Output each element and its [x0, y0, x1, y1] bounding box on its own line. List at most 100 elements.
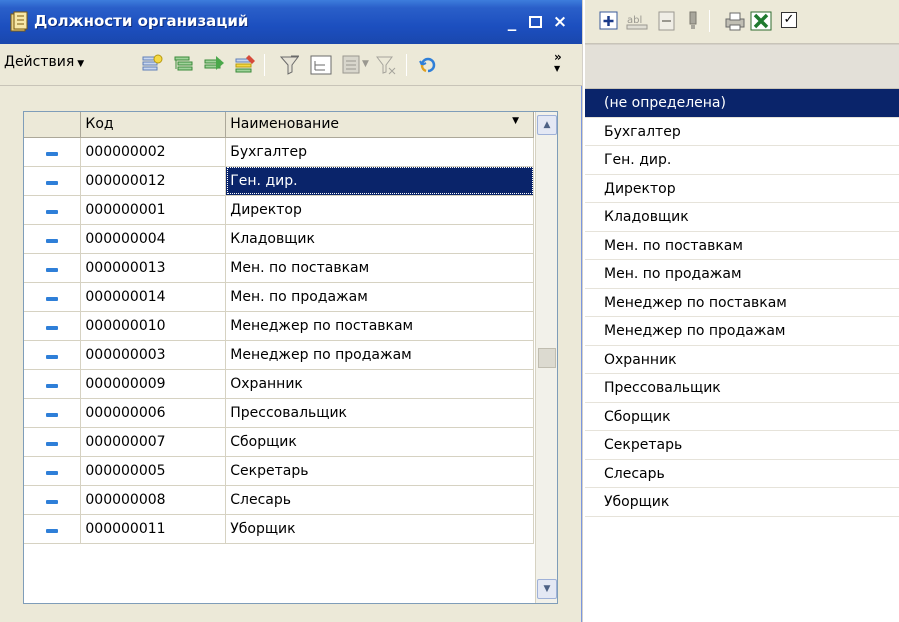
cell-code[interactable]: 000000011 — [80, 514, 227, 544]
cell-name[interactable]: Бухгалтер — [225, 137, 534, 167]
cell-name[interactable]: Директор — [225, 195, 534, 225]
cell-name-text: Директор — [230, 201, 302, 218]
list-item[interactable]: Слесарь — [585, 460, 899, 488]
table-row[interactable]: 000000011 Уборщик — [24, 514, 534, 544]
cell-name-text: Мен. по поставкам — [230, 259, 370, 276]
cell-name[interactable]: Прессовальщик — [225, 398, 534, 428]
table-row[interactable]: 000000004 Кладовщик — [24, 224, 534, 254]
table-row[interactable]: 000000010 Менеджер по поставкам — [24, 311, 534, 341]
cell-code[interactable]: 000000002 — [80, 137, 227, 167]
table-row[interactable]: 000000014 Мен. по продажам — [24, 282, 534, 312]
cell-code[interactable]: 000000003 — [80, 340, 227, 370]
list-item[interactable]: (не определена) — [585, 89, 899, 118]
cell-code[interactable]: 000000006 — [80, 398, 227, 428]
add-group-icon[interactable] — [172, 53, 196, 77]
header-code[interactable]: Код — [80, 112, 227, 138]
table-row[interactable]: 000000013 Мен. по поставкам — [24, 253, 534, 283]
vertical-scrollbar[interactable]: ▲ ▼ — [535, 112, 557, 603]
add-item-icon[interactable] — [140, 53, 164, 77]
header-icon-column[interactable] — [24, 112, 82, 138]
actions-menu-button[interactable]: Действия ▼ — [4, 54, 84, 70]
header-name[interactable]: Наименование ▼ — [225, 112, 534, 138]
row-marker-icon — [24, 253, 82, 283]
refresh-icon[interactable] — [416, 53, 440, 77]
table-row[interactable]: 000000009 Охранник — [24, 369, 534, 399]
cell-name[interactable]: Уборщик — [225, 514, 534, 544]
cell-code[interactable]: 000000012 — [80, 166, 227, 196]
list-item[interactable]: Кладовщик — [585, 203, 899, 232]
print-icon[interactable] — [723, 9, 747, 33]
document-icon[interactable] — [655, 9, 679, 33]
list-item[interactable]: Охранник — [585, 346, 899, 374]
cell-name[interactable]: Сборщик — [225, 427, 534, 457]
table-row[interactable]: 000000003 Менеджер по продажам — [24, 340, 534, 370]
chevron-down-icon: ▼ — [554, 64, 561, 73]
edit-item-icon[interactable] — [233, 53, 257, 77]
side-list: (не определена) Бухгалтер Ген. дир. Директо… — [585, 89, 899, 622]
cell-name[interactable]: Ген. дир. — [225, 166, 534, 196]
list-item[interactable]: Ген. дир. — [585, 146, 899, 175]
row-marker-icon — [24, 166, 82, 196]
list-item[interactable]: Менеджер по продажам — [585, 317, 899, 346]
cell-name[interactable]: Слесарь — [225, 485, 534, 515]
cell-code[interactable]: 000000007 — [80, 427, 227, 457]
cell-name[interactable]: Менеджер по поставкам — [225, 311, 534, 341]
side-toolbar: abl ✓ — [585, 0, 899, 44]
table-row[interactable]: 000000005 Секретарь — [24, 456, 534, 486]
cell-code[interactable]: 000000013 — [80, 253, 227, 283]
text-field-icon[interactable]: abl — [625, 9, 649, 33]
cell-code[interactable]: 000000001 — [80, 195, 227, 225]
maximize-button[interactable] — [523, 11, 547, 35]
more-tools-label: » — [554, 50, 562, 64]
marker-icon[interactable] — [681, 9, 705, 33]
cell-code[interactable]: 000000010 — [80, 311, 227, 341]
cell-name[interactable]: Охранник — [225, 369, 534, 399]
table-row[interactable]: 000000002 Бухгалтер — [24, 137, 534, 167]
excel-icon[interactable] — [749, 9, 773, 33]
table-row[interactable]: 000000008 Слесарь — [24, 485, 534, 515]
clear-filter-icon[interactable] — [374, 53, 398, 77]
cell-name-text: Секретарь — [230, 462, 309, 479]
cell-code[interactable]: 000000009 — [80, 369, 227, 399]
view-mode-icon[interactable] — [340, 53, 364, 77]
checkbox[interactable]: ✓ — [781, 12, 797, 28]
list-item[interactable]: Прессовальщик — [585, 374, 899, 403]
minimize-button[interactable]: _ — [500, 11, 524, 35]
cell-name[interactable]: Менеджер по продажам — [225, 340, 534, 370]
cell-name[interactable]: Кладовщик — [225, 224, 534, 254]
list-item[interactable]: Бухгалтер — [585, 118, 899, 146]
table-row[interactable]: 000000012 Ген. дир. — [24, 166, 534, 196]
positions-window: Должности организаций _ × Действия ▼ ▼ »… — [0, 0, 582, 622]
close-button[interactable]: × — [548, 11, 572, 35]
table-row[interactable]: 000000001 Директор — [24, 195, 534, 225]
window-titlebar[interactable]: Должности организаций _ × — [0, 0, 582, 44]
list-item[interactable]: Секретарь — [585, 431, 899, 460]
list-item[interactable]: Мен. по поставкам — [585, 232, 899, 260]
cell-name[interactable]: Мен. по поставкам — [225, 253, 534, 283]
table-row[interactable]: 000000006 Прессовальщик — [24, 398, 534, 428]
cell-code[interactable]: 000000008 — [80, 485, 227, 515]
more-tools-button[interactable]: » ▼ — [554, 50, 562, 74]
add-icon[interactable] — [597, 9, 621, 33]
cell-name[interactable]: Секретарь — [225, 456, 534, 486]
table-row[interactable]: 000000007 Сборщик — [24, 427, 534, 457]
filter-icon[interactable] — [278, 53, 302, 77]
list-item[interactable]: Сборщик — [585, 403, 899, 431]
list-item[interactable]: Директор — [585, 175, 899, 203]
scroll-thumb[interactable] — [538, 348, 556, 368]
list-item[interactable]: Менеджер по поставкам — [585, 289, 899, 317]
cell-code[interactable]: 000000005 — [80, 456, 227, 486]
positions-table: Код Наименование ▼ 000000002 Бухгалтер 0000… — [23, 111, 558, 604]
list-item[interactable]: Уборщик — [585, 488, 899, 517]
item-marker-icon — [46, 441, 59, 446]
list-item[interactable]: Мен. по продажам — [585, 260, 899, 289]
copy-item-icon[interactable] — [202, 53, 226, 77]
cell-code[interactable]: 000000004 — [80, 224, 227, 254]
hierarchy-icon[interactable] — [309, 53, 333, 77]
cell-name[interactable]: Мен. по продажам — [225, 282, 534, 312]
row-marker-icon — [24, 311, 82, 341]
chevron-down-icon[interactable]: ▼ — [362, 59, 369, 69]
cell-code[interactable]: 000000014 — [80, 282, 227, 312]
scroll-up-button[interactable]: ▲ — [537, 115, 557, 135]
scroll-down-button[interactable]: ▼ — [537, 579, 557, 599]
